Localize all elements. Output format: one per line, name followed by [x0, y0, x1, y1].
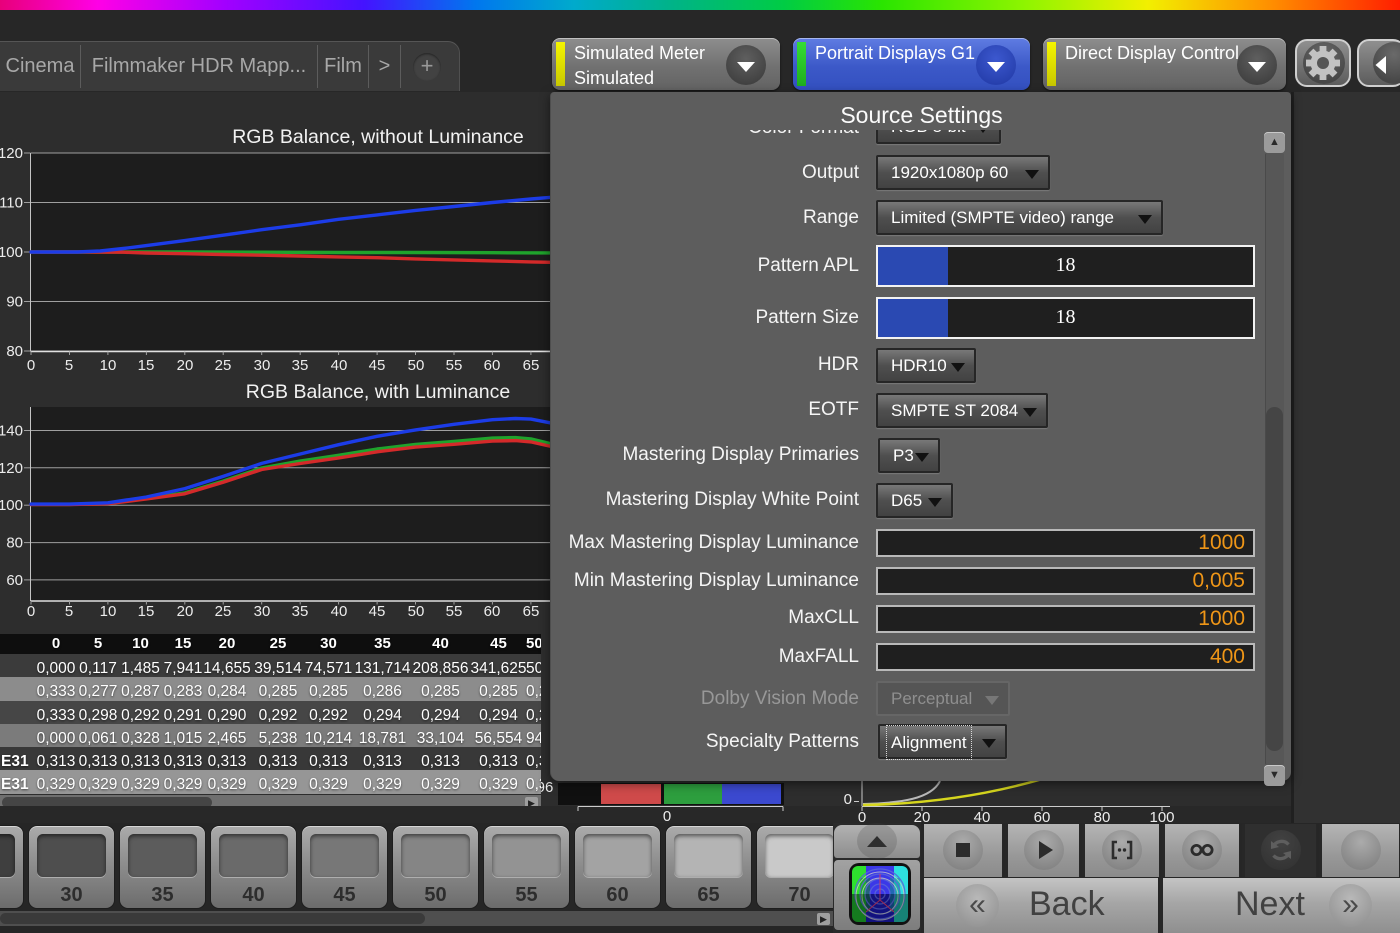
svg-text:0: 0	[27, 357, 35, 374]
svg-text:65: 65	[523, 357, 540, 374]
svg-text:80: 80	[6, 535, 23, 552]
svg-text:35: 35	[292, 603, 309, 620]
svg-text:90: 90	[6, 294, 23, 311]
svg-text:10: 10	[100, 603, 117, 620]
svg-text:65: 65	[523, 603, 540, 620]
svg-text:100: 100	[0, 244, 23, 261]
svg-text:10: 10	[100, 357, 117, 374]
svg-text:30: 30	[254, 603, 271, 620]
svg-text:110: 110	[0, 195, 23, 212]
svg-text:120: 120	[0, 145, 23, 162]
svg-text:25: 25	[215, 357, 232, 374]
svg-text:60: 60	[484, 603, 501, 620]
svg-text:0: 0	[844, 791, 852, 808]
svg-text:100: 100	[0, 497, 23, 514]
svg-text:45: 45	[369, 357, 386, 374]
svg-text:35: 35	[292, 357, 309, 374]
svg-text:55: 55	[446, 357, 463, 374]
svg-text:96: 96	[541, 781, 553, 796]
svg-text:60: 60	[6, 572, 23, 589]
svg-text:30: 30	[254, 357, 271, 374]
svg-text:80: 80	[6, 343, 23, 360]
svg-text:140: 140	[0, 423, 23, 440]
svg-text:40: 40	[331, 603, 348, 620]
svg-text:5: 5	[65, 357, 73, 374]
svg-text:15: 15	[138, 603, 155, 620]
svg-text:40: 40	[331, 357, 348, 374]
svg-text:50: 50	[408, 603, 425, 620]
svg-text:5: 5	[65, 603, 73, 620]
svg-text:20: 20	[177, 357, 194, 374]
svg-text:0: 0	[27, 603, 35, 620]
svg-text:15: 15	[138, 357, 155, 374]
svg-text:45: 45	[369, 603, 386, 620]
svg-text:120: 120	[0, 460, 23, 477]
svg-text:55: 55	[446, 603, 463, 620]
svg-text:60: 60	[484, 357, 501, 374]
svg-text:25: 25	[215, 603, 232, 620]
svg-text:50: 50	[408, 357, 425, 374]
svg-text:RGB Balance, with Luminance: RGB Balance, with Luminance	[246, 381, 510, 403]
svg-text:20: 20	[177, 603, 194, 620]
svg-text:RGB Balance, without Luminance: RGB Balance, without Luminance	[232, 126, 524, 148]
